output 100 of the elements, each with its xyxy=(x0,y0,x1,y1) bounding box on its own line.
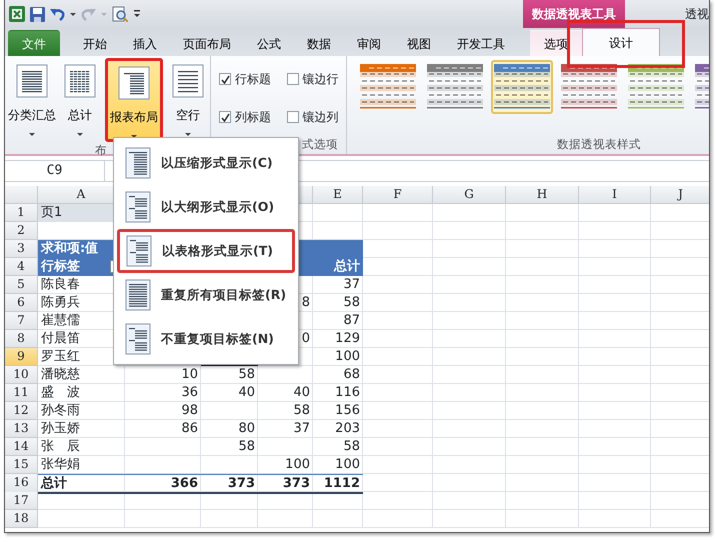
ribbon-button[interactable]: 总计 xyxy=(61,58,99,138)
table-cell: 10 xyxy=(181,367,198,382)
table-cell: 116 xyxy=(335,385,360,400)
ribbon-tab[interactable]: 数据 xyxy=(294,30,344,56)
table-cell: 张 辰 xyxy=(41,439,80,454)
window-title: 透视 xyxy=(685,6,709,23)
column-header[interactable]: J xyxy=(651,186,709,204)
column-header[interactable]: G xyxy=(433,186,506,204)
row-header[interactable]: 2 xyxy=(5,222,38,240)
table-cell: 陈勇兵 xyxy=(41,295,80,310)
table-cell: 孙冬雨 xyxy=(41,403,80,418)
checkbox[interactable] xyxy=(286,111,298,123)
table-cell: 373 xyxy=(258,474,313,494)
table-cell: 总计 xyxy=(313,258,363,276)
layout-icon xyxy=(125,279,151,311)
table-cell: 86 xyxy=(181,421,198,436)
table-cell: 373 xyxy=(201,474,258,494)
ribbon-tab[interactable]: 选项 xyxy=(530,30,582,56)
row-header[interactable]: 8 xyxy=(5,330,38,348)
row-header[interactable]: 13 xyxy=(5,420,38,438)
table-cell: 58 xyxy=(238,367,255,382)
row-header[interactable]: 9 xyxy=(5,348,38,366)
row-header[interactable]: 18 xyxy=(5,510,38,528)
menu-item[interactable]: 重复所有项目标签(R) xyxy=(117,273,295,317)
row-header[interactable]: 10 xyxy=(5,366,38,384)
table-cell: 1112 xyxy=(313,474,363,494)
print-preview-icon[interactable] xyxy=(112,6,128,22)
table-cell: 总计 xyxy=(38,474,125,494)
table-cell: 366 xyxy=(125,474,201,494)
row-header[interactable]: 17 xyxy=(5,492,38,510)
menu-item[interactable]: 以压缩形式显示(C) xyxy=(117,141,295,185)
table-cell: 37 xyxy=(293,421,310,436)
column-header[interactable]: E xyxy=(313,186,363,204)
column-header[interactable]: H xyxy=(506,186,579,204)
layout-icon xyxy=(125,191,151,223)
row-header[interactable]: 5 xyxy=(5,276,38,294)
ribbon-tab[interactable]: 开始 xyxy=(70,30,120,56)
table-cell: 100 xyxy=(285,457,310,472)
row-header[interactable]: 7 xyxy=(5,312,38,330)
layout-icon xyxy=(125,147,151,179)
table-cell: 0 xyxy=(302,331,310,346)
ribbon-button[interactable]: 分类汇总 xyxy=(5,58,59,138)
table-cell: 58 xyxy=(343,439,360,454)
ribbon-tab[interactable]: 审阅 xyxy=(344,30,394,56)
undo-icon[interactable] xyxy=(50,7,65,21)
column-header[interactable]: I xyxy=(579,186,651,204)
row-header[interactable]: 14 xyxy=(5,438,38,456)
row-header[interactable]: 4 xyxy=(5,258,38,276)
ribbon-tab[interactable]: 插入 xyxy=(120,30,170,56)
checkbox[interactable] xyxy=(286,73,298,85)
table-style-thumbnail[interactable] xyxy=(491,60,553,114)
table-layout-icon xyxy=(16,64,48,98)
caret-icon[interactable] xyxy=(70,12,76,16)
table-cell: 98 xyxy=(181,403,198,418)
ribbon-button[interactable]: 空行 xyxy=(169,58,207,138)
table-cell: 40 xyxy=(238,385,255,400)
ribbon-tab[interactable]: 视图 xyxy=(394,30,444,56)
layout-icon xyxy=(125,323,151,355)
table-cell: 58 xyxy=(238,439,255,454)
group-label: 式选项 xyxy=(301,136,339,153)
row-header[interactable]: 3 xyxy=(5,240,38,258)
row-header[interactable]: 15 xyxy=(5,456,38,474)
table-cell: 付晨笛 xyxy=(41,331,80,346)
table-cell: 40 xyxy=(293,385,310,400)
ribbon-tab[interactable]: 公式 xyxy=(244,30,294,56)
checkbox-label: 镶边列 xyxy=(302,109,338,126)
table-cell: 潘晓慈 xyxy=(41,367,80,382)
checkbox[interactable] xyxy=(219,73,231,85)
checkbox[interactable] xyxy=(219,111,231,123)
checkbox-label: 列标题 xyxy=(235,109,271,126)
row-header[interactable]: 16 xyxy=(5,474,38,494)
table-cell: 100 xyxy=(335,457,360,472)
app-icon xyxy=(9,6,25,22)
table-cell: 68 xyxy=(343,367,360,382)
table-cell: 156 xyxy=(335,403,360,418)
customize-icon[interactable] xyxy=(133,8,141,20)
table-cell: 崔慧儒 xyxy=(41,313,80,328)
ribbon-tab[interactable]: 文件 xyxy=(8,30,60,56)
group-label: 布 xyxy=(94,142,108,159)
table-cell: 203 xyxy=(335,421,360,436)
row-header[interactable]: 11 xyxy=(5,384,38,402)
row-header[interactable]: 1 xyxy=(5,204,38,222)
ribbon-tab[interactable]: 页面布局 xyxy=(170,30,244,56)
row-header[interactable]: 6 xyxy=(5,294,38,312)
table-cell: 129 xyxy=(335,331,360,346)
save-icon[interactable] xyxy=(30,6,45,22)
context-tab-group-label: 数据透视表工具 xyxy=(523,0,625,28)
name-box[interactable]: C9 xyxy=(5,161,105,181)
ribbon-tab[interactable]: 设计 xyxy=(582,28,660,56)
table-cell: 孙玉娇 xyxy=(41,421,80,436)
menu-item[interactable]: 以表格形式显示(T) xyxy=(117,229,295,273)
table-layout-icon xyxy=(64,64,96,98)
menu-item[interactable]: 不重复项目标签(N) xyxy=(117,317,295,361)
row-header[interactable]: 12 xyxy=(5,402,38,420)
group-label: 数据透视表样式 xyxy=(556,136,642,153)
ribbon-button[interactable]: 报表布局 xyxy=(105,58,163,142)
ribbon-tab[interactable]: 开发工具 xyxy=(444,30,518,56)
table-cell: 张华娟 xyxy=(41,457,80,472)
checkbox-label: 镶边行 xyxy=(302,71,338,88)
column-header[interactable]: F xyxy=(363,186,433,204)
